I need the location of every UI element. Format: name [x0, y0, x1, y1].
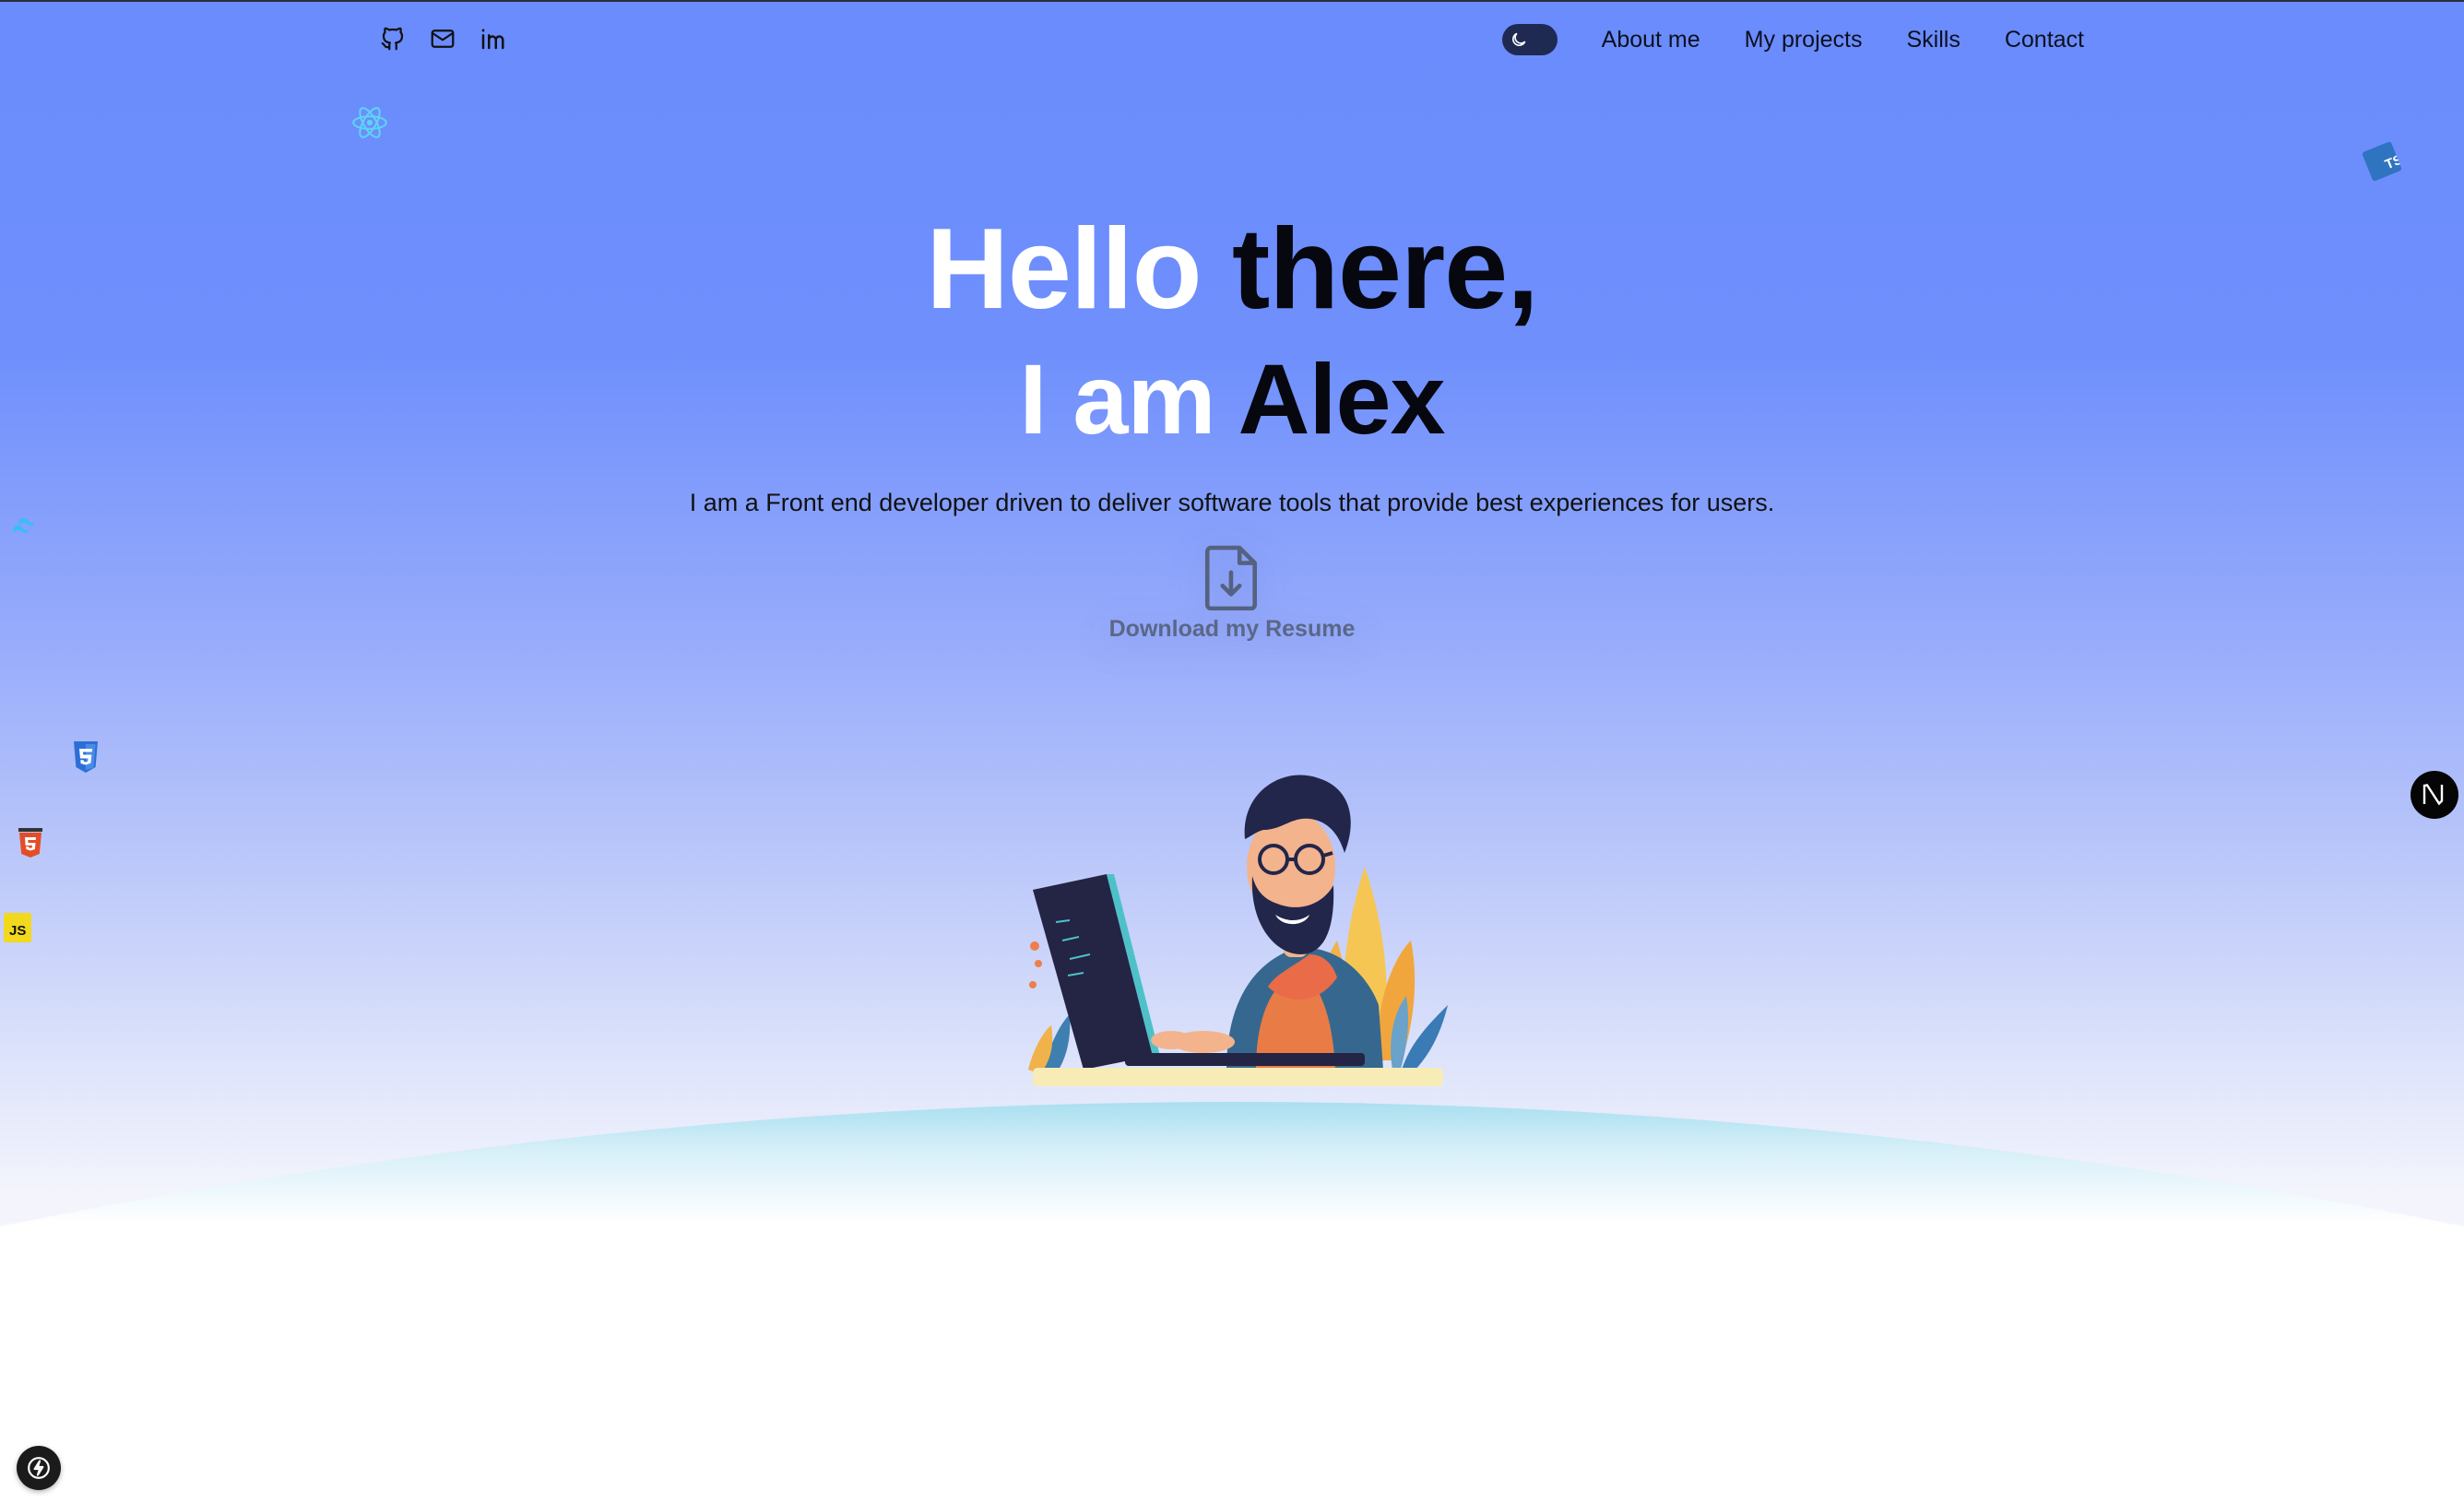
theme-toggle[interactable]: [1501, 24, 1558, 55]
download-resume-button[interactable]: Download my Resume: [1094, 544, 1370, 655]
svg-text:JS: JS: [9, 923, 26, 939]
javascript-icon: JS: [4, 913, 31, 942]
mail-icon[interactable]: [428, 24, 457, 53]
nav-link-projects[interactable]: My projects: [1745, 27, 1863, 53]
download-resume-label: Download my Resume: [1108, 616, 1356, 642]
social-links: [378, 24, 507, 53]
linkedin-icon[interactable]: [478, 24, 507, 53]
github-icon[interactable]: [378, 24, 408, 53]
flash-action-button[interactable]: [17, 1446, 61, 1490]
hero-heading-there: there,: [1231, 206, 1539, 333]
developer-illustration: [1028, 775, 1448, 1086]
css3-icon: [72, 741, 100, 773]
tailwind-icon: [13, 516, 44, 535]
file-download-icon: [1204, 545, 1257, 610]
hero-heading-line1: Hello there,: [0, 205, 2464, 334]
main-nav: About me My projects Skills Contact: [1501, 24, 2084, 55]
ground-curve: [0, 1102, 2464, 1503]
hero-tagline: I am a Front end developer driven to del…: [689, 489, 1775, 516]
top-border: [0, 0, 2464, 2]
nav-link-contact[interactable]: Contact: [2005, 27, 2084, 53]
react-icon: [350, 103, 389, 142]
lightning-icon: [28, 1457, 50, 1479]
moon-icon: [1511, 32, 1526, 46]
nav-link-about[interactable]: About me: [1602, 27, 1700, 53]
hero-heading-name: Alex: [1238, 343, 1445, 455]
html5-icon: [18, 828, 42, 858]
nextjs-icon: [2411, 771, 2458, 819]
hero-heading-line2: I am Alex: [0, 339, 2464, 459]
nav-link-skills[interactable]: Skills: [1906, 27, 1960, 53]
hero-heading-hello: Hello: [926, 206, 1202, 333]
typescript-icon: TS: [2362, 141, 2405, 182]
hero-heading-i-am: I am: [1019, 343, 1215, 455]
